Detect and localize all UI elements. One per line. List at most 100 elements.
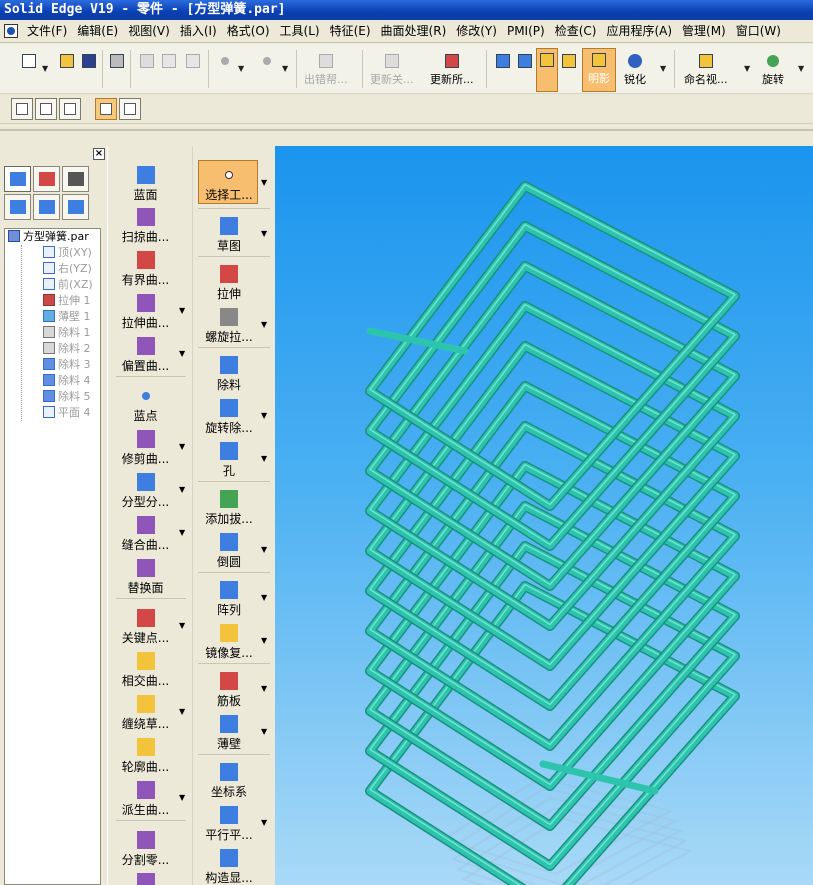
tree-item[interactable]: 除料 4 xyxy=(5,373,100,389)
new-dropdown-icon[interactable]: ▼ xyxy=(42,64,48,73)
cmd-rib[interactable]: 筋板 xyxy=(200,672,258,709)
tree-item[interactable]: 顶(XY) xyxy=(5,245,100,261)
cmd-parallel-plane[interactable]: 平行平... xyxy=(200,806,258,843)
offset-surface-dropdown-icon[interactable]: ▼ xyxy=(179,349,185,358)
graphics-viewport[interactable] xyxy=(275,146,813,885)
save-button[interactable] xyxy=(80,50,98,90)
square-spring-model[interactable] xyxy=(275,146,813,885)
cmd-wrap-sketch[interactable]: 缠绕草... xyxy=(118,695,173,732)
parting-split-dropdown-icon[interactable]: ▼ xyxy=(179,485,185,494)
cmd-bluedot[interactable]: 蓝点 xyxy=(118,387,173,424)
update-related-button[interactable]: 更新关... xyxy=(370,50,414,90)
named-view-dropdown-icon[interactable]: ▼ xyxy=(744,64,750,73)
print-button[interactable] xyxy=(108,50,126,90)
pattern-dropdown-icon[interactable]: ▼ xyxy=(261,593,267,602)
new-button[interactable] xyxy=(20,50,38,90)
cmd-construction-display[interactable]: 构造显... xyxy=(200,849,258,885)
tab-sensors[interactable] xyxy=(62,166,89,192)
tab-feature-pathfinder[interactable] xyxy=(4,166,31,192)
tree-item[interactable]: 前(XZ) xyxy=(5,277,100,293)
cmd-intersection-curve[interactable]: 相交曲... xyxy=(118,652,173,689)
menu-format[interactable]: 格式(O) xyxy=(222,21,275,41)
tree-item[interactable]: 除料 1 xyxy=(5,325,100,341)
wrap-sketch-dropdown-icon[interactable]: ▼ xyxy=(179,707,185,716)
cmd-add-draft[interactable]: 添加拔... xyxy=(200,490,258,527)
view-cube-button-1[interactable] xyxy=(494,50,512,90)
redo-button[interactable] xyxy=(258,50,276,90)
cmd-split-part[interactable]: 分割零... xyxy=(118,831,173,868)
cmd-extruded-surface[interactable]: 拉伸曲... xyxy=(118,294,173,331)
cmd-revolved-cutout[interactable]: 旋转除... xyxy=(200,399,258,436)
cmd-parting-split[interactable]: 分型分... xyxy=(118,473,173,510)
error-help-button[interactable]: 出错帮... xyxy=(304,50,348,90)
mirror-dropdown-icon[interactable]: ▼ xyxy=(261,636,267,645)
select-face-button[interactable] xyxy=(35,98,57,120)
helical-protrusion-dropdown-icon[interactable]: ▼ xyxy=(261,320,267,329)
menu-file[interactable]: 文件(F) xyxy=(22,21,72,41)
tree-item[interactable]: 右(YZ) xyxy=(5,261,100,277)
cmd-select-tool[interactable]: 选择工... xyxy=(200,166,258,203)
menu-inspect[interactable]: 检查(C) xyxy=(550,21,602,41)
sharpen-dropdown-icon[interactable]: ▼ xyxy=(660,64,666,73)
shaded-cube-button[interactable] xyxy=(536,48,558,92)
tab-tree[interactable] xyxy=(4,194,31,220)
select-tool-dropdown-icon[interactable]: ▼ xyxy=(261,178,267,187)
shading-button[interactable]: 明影 xyxy=(582,48,616,92)
paste-button[interactable] xyxy=(184,50,202,90)
cmd-replace-face[interactable]: 替换面 xyxy=(118,559,173,596)
select-body-button[interactable] xyxy=(59,98,81,120)
tree-item[interactable]: 拉伸 1 xyxy=(5,293,100,309)
menu-features[interactable]: 特征(E) xyxy=(325,21,376,41)
cmd-mirror-copy[interactable]: 镜像复... xyxy=(200,624,258,661)
filter-button-1[interactable] xyxy=(95,98,117,120)
cmd-derived-curve[interactable]: 派生曲... xyxy=(118,781,173,818)
cmd-round[interactable]: 倒圆 xyxy=(200,533,258,570)
menu-edit[interactable]: 编辑(E) xyxy=(72,21,123,41)
cmd-sketch[interactable]: 草图 xyxy=(200,217,258,254)
parallel-plane-dropdown-icon[interactable]: ▼ xyxy=(261,818,267,827)
named-view-button[interactable]: 命名视... xyxy=(684,50,728,90)
stitched-surface-dropdown-icon[interactable]: ▼ xyxy=(179,528,185,537)
close-icon[interactable]: × xyxy=(93,148,105,160)
tree-item[interactable]: 除料 5 xyxy=(5,389,100,405)
menu-pmi[interactable]: PMI(P) xyxy=(502,21,550,41)
cmd-cutout[interactable]: 除料 xyxy=(200,356,258,393)
cmd-thinwall[interactable]: 薄壁 xyxy=(200,715,258,752)
cut-button[interactable] xyxy=(138,50,156,90)
filter-button-2[interactable] xyxy=(119,98,141,120)
rotate-dropdown-icon[interactable]: ▼ xyxy=(798,64,804,73)
extruded-surface-dropdown-icon[interactable]: ▼ xyxy=(179,306,185,315)
cmd-more[interactable] xyxy=(118,873,173,885)
view-cube-button-2[interactable] xyxy=(516,50,534,90)
cmd-offset-surface[interactable]: 偏置曲... xyxy=(118,337,173,374)
revolved-cutout-dropdown-icon[interactable]: ▼ xyxy=(261,411,267,420)
menu-insert[interactable]: 插入(I) xyxy=(175,21,222,41)
menu-applications[interactable]: 应用程序(A) xyxy=(601,21,677,41)
cmd-extrude[interactable]: 拉伸 xyxy=(200,265,258,302)
cmd-pattern[interactable]: 阵列 xyxy=(200,581,258,618)
select-feature-button[interactable] xyxy=(11,98,33,120)
cmd-trim-surface[interactable]: 修剪曲... xyxy=(118,430,173,467)
round-dropdown-icon[interactable]: ▼ xyxy=(261,545,267,554)
update-all-button[interactable]: 更新所... xyxy=(430,50,474,90)
keypoint-curve-dropdown-icon[interactable]: ▼ xyxy=(179,621,185,630)
tree-item[interactable]: 除料 3 xyxy=(5,357,100,373)
cmd-keypoint-curve[interactable]: 关键点... xyxy=(118,609,173,646)
open-button[interactable] xyxy=(58,50,76,90)
menu-view[interactable]: 视图(V) xyxy=(123,21,175,41)
trim-surface-dropdown-icon[interactable]: ▼ xyxy=(179,442,185,451)
cmd-swept-surface[interactable]: 扫掠曲... xyxy=(118,208,173,245)
copy-button[interactable] xyxy=(160,50,178,90)
tab-layers[interactable] xyxy=(33,166,60,192)
cmd-hole[interactable]: 孔 xyxy=(200,442,258,479)
cmd-bluesurf[interactable]: 蓝面 xyxy=(118,166,173,203)
menu-modify[interactable]: 修改(Y) xyxy=(451,21,502,41)
cmd-bounded-surface[interactable]: 有界曲... xyxy=(118,251,173,288)
menu-window[interactable]: 窗口(W) xyxy=(731,21,786,41)
tree-item-root[interactable]: 方型弹簧.par xyxy=(5,229,100,245)
tab-families[interactable] xyxy=(33,194,60,220)
redo-dropdown-icon[interactable]: ▼ xyxy=(282,64,288,73)
derived-curve-dropdown-icon[interactable]: ▼ xyxy=(179,793,185,802)
tree-item[interactable]: 薄壁 1 xyxy=(5,309,100,325)
visible-edges-button[interactable] xyxy=(560,50,578,90)
